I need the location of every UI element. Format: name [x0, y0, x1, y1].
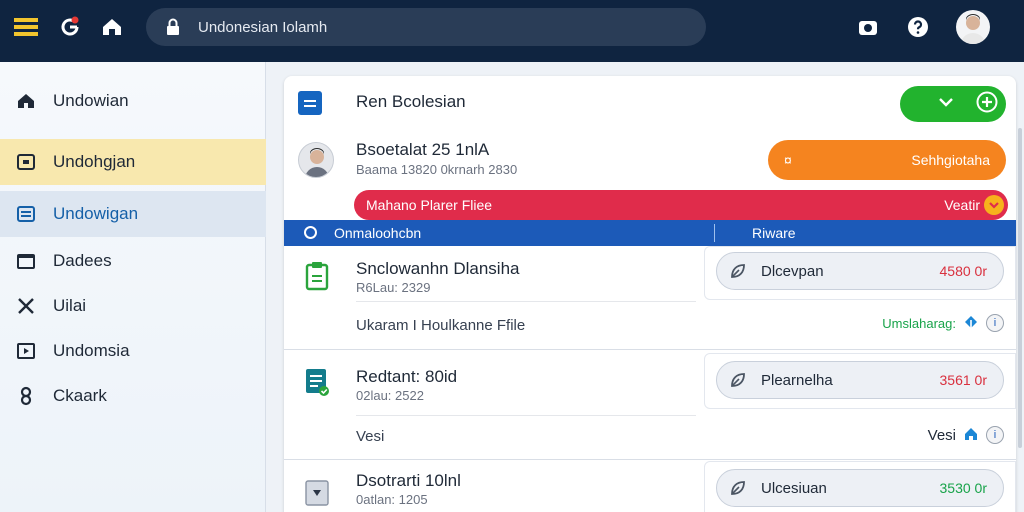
alert-tag-label: Veatir [944, 197, 980, 213]
sidebar-item-label: Undowigan [53, 204, 139, 223]
sidebar-item-label: Ckaark [53, 386, 107, 405]
scrollbar[interactable] [1018, 128, 1022, 448]
table-row[interactable]: Redtant: 80id 02lau: 2522 Vesi Plearnelh… [284, 351, 1016, 460]
row-title: Redtant: 80id [356, 367, 458, 386]
leaf-icon [729, 371, 747, 389]
column-header-name[interactable]: Onmaloohcbn [334, 225, 421, 241]
row-card[interactable]: Ulcesiuan 3530 0r [716, 469, 1004, 507]
row-divider [356, 415, 696, 416]
table-header: Onmaloohcbn Riware [284, 220, 1016, 246]
google-icon[interactable] [56, 13, 84, 41]
list-icon [14, 202, 38, 226]
row-meta-text: Umslaharag: [882, 315, 956, 331]
row-meta: Vesi i [928, 426, 1004, 444]
clipboard-icon [304, 261, 330, 291]
x-icon [14, 294, 38, 318]
square-icon [14, 150, 38, 174]
home-icon[interactable] [964, 427, 978, 444]
table-row[interactable]: Snclowanhn Dlansiha R6Lau: 2329 Ukaram I… [284, 246, 1016, 350]
row-sub: 02lau: 2522 [356, 388, 424, 403]
confirm-add-button[interactable] [900, 86, 1006, 122]
sidebar-item-undomsia[interactable]: Undomsia [0, 328, 266, 374]
device-icon [304, 479, 330, 509]
plus-circle-icon [976, 91, 998, 118]
row-card-value: 3530 0r [939, 480, 987, 496]
sidebar-item-ckaark[interactable]: Ckaark [0, 373, 266, 419]
sidebar-item-undowian[interactable]: Undowian [0, 78, 266, 124]
profile-avatar [298, 142, 334, 178]
main-panel: Ren Bcolesian Bsoetalat 25 1nlA Baama 13… [284, 76, 1016, 512]
sidebar-item-uilai[interactable]: Uilai [0, 283, 266, 329]
row-card-label: Plearnelha [761, 371, 833, 389]
sidebar-item-label: Undowian [53, 91, 129, 110]
lock-icon [162, 16, 184, 38]
row-card[interactable]: Plearnelha 3561 0r [716, 361, 1004, 399]
row-title: Dsotrarti 10lnl [356, 471, 461, 490]
avatar[interactable] [956, 10, 990, 44]
orange-action-button[interactable]: ¤ Sehhgiotaha [768, 140, 1006, 180]
search-input[interactable] [198, 18, 668, 36]
sidebar-item-dadees[interactable]: Dadees [0, 238, 266, 284]
sidebar-item-undowigan[interactable]: Undowigan [0, 191, 266, 237]
sidebar-item-label: Undohgjan [53, 152, 136, 171]
alert-tag[interactable]: Veatir [944, 195, 1004, 215]
profile-name: Bsoetalat 25 1nlA [356, 140, 490, 159]
row-card-value: 3561 0r [939, 372, 987, 388]
sidebar: Undowian Undohgjan Undowigan Dadees Uila… [0, 62, 266, 512]
sidebar-item-label: Undomsia [53, 341, 130, 360]
info-icon[interactable]: i [986, 314, 1004, 332]
select-all-radio[interactable] [304, 226, 317, 239]
home-icon[interactable] [98, 13, 126, 41]
row-sub: 0atlan: 1205 [356, 492, 428, 507]
document-check-icon [304, 367, 330, 397]
top-bar [0, 0, 1024, 62]
column-divider [714, 224, 715, 242]
chevron-down-icon [984, 195, 1004, 215]
row-divider [356, 301, 696, 302]
chevron-down-icon [938, 95, 954, 113]
leaf-icon [729, 262, 747, 280]
play-icon [14, 339, 38, 363]
table-row[interactable]: Dsotrarti 10lnl 0atlan: 1205 Ulcesiuan 3… [284, 461, 1016, 512]
sidebar-item-label: Uilai [53, 296, 87, 315]
row-meta: Umslaharag: i [882, 314, 1004, 332]
home-icon [14, 89, 38, 113]
sidebar-item-label: Dadees [53, 251, 112, 270]
info-icon[interactable]: i [986, 426, 1004, 444]
row-description: Vesi [356, 428, 385, 445]
leaf-icon [729, 479, 747, 497]
alert-label: Mahano Plarer Fliee [366, 197, 493, 213]
row-card-label: Ulcesiuan [761, 479, 827, 497]
search-bar[interactable] [146, 8, 706, 46]
row-description: Ukaram I Houlkanne Ffile [356, 317, 526, 334]
row-card-label: Dlcevpan [761, 262, 824, 280]
alert-banner[interactable]: Mahano Plarer Fliee Veatir [354, 190, 1008, 220]
link-icon [14, 384, 38, 408]
sidebar-item-undohgjan[interactable]: Undohgjan [0, 139, 266, 185]
row-title: Snclowanhn Dlansiha [356, 259, 520, 278]
column-header-value[interactable]: Riware [752, 225, 796, 241]
orange-button-label: Sehhgiotaha [911, 152, 990, 168]
help-icon[interactable] [904, 13, 932, 41]
folder-icon [14, 249, 38, 273]
row-meta-text: Vesi [927, 426, 956, 444]
share-icon[interactable] [964, 315, 978, 332]
profile-sub: Baama 13820 0krnarh 2830 [356, 162, 518, 177]
camera-icon[interactable] [854, 13, 882, 41]
row-card-value: 4580 0r [939, 263, 987, 279]
document-icon [298, 91, 322, 115]
row-sub: R6Lau: 2329 [356, 280, 431, 295]
row-card[interactable]: Dlcevpan 4580 0r [716, 252, 1004, 290]
menu-icon[interactable] [12, 13, 40, 41]
panel-title: Ren Bcolesian [356, 92, 466, 111]
currency-icon: ¤ [784, 152, 792, 168]
